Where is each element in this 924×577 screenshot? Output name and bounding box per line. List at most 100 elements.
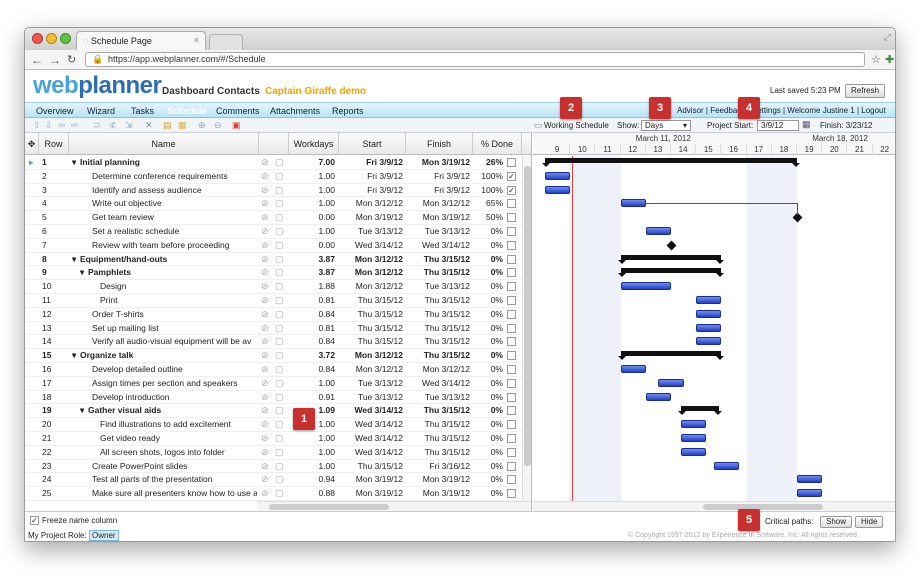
finish-value[interactable]: Mon 3/19/12 bbox=[408, 211, 470, 224]
select-all-icon[interactable]: ✥ bbox=[25, 133, 39, 155]
scroll-thumb[interactable] bbox=[703, 504, 823, 510]
reload-icon[interactable]: ↻ bbox=[67, 53, 76, 67]
workdays-value[interactable]: 0.84 bbox=[291, 363, 335, 376]
table-row[interactable]: 10 Design ⊘ ▢ 1.88 Mon 3/12/12 Tue 3/13/12 0% bbox=[25, 280, 531, 294]
bookmark-star-icon[interactable]: ☆ bbox=[871, 53, 881, 67]
table-row[interactable]: 2 Determine conference requirements ⊘ ▢ 1.00… bbox=[25, 170, 531, 184]
attachment-icon[interactable]: ⊘ bbox=[261, 461, 269, 472]
workdays-value[interactable]: 0.81 bbox=[291, 294, 335, 307]
done-checkbox[interactable] bbox=[507, 406, 516, 416]
start-value[interactable]: Fri 3/9/12 bbox=[341, 184, 403, 197]
done-checkbox[interactable] bbox=[507, 199, 516, 209]
start-value[interactable]: Wed 3/14/12 bbox=[341, 404, 403, 417]
finish-value[interactable]: Tue 3/13/12 bbox=[408, 391, 470, 404]
task-bar[interactable] bbox=[696, 337, 722, 346]
unlink-tasks-icon[interactable]: ⊄ bbox=[109, 120, 117, 130]
task-bar[interactable] bbox=[620, 365, 646, 373]
task-bar[interactable] bbox=[545, 171, 571, 180]
close-tab-icon[interactable]: × bbox=[194, 35, 199, 45]
milestone-marker[interactable] bbox=[666, 240, 677, 251]
link-tasks-icon[interactable]: ⊃ bbox=[93, 120, 101, 130]
nav-contacts[interactable]: Contacts bbox=[217, 86, 260, 97]
percent-done-value[interactable]: 0% bbox=[475, 225, 503, 238]
finish-value[interactable]: Thu 3/15/12 bbox=[408, 432, 470, 445]
collapse-arrow-icon[interactable]: ▾ bbox=[80, 404, 84, 417]
workdays-value[interactable]: 0.84 bbox=[291, 335, 335, 348]
finish-value[interactable]: Thu 3/15/12 bbox=[408, 404, 470, 417]
workdays-value[interactable]: 1.00 bbox=[291, 225, 335, 238]
fullscreen-icon[interactable]: ⤢ bbox=[884, 32, 891, 43]
menu-attachments[interactable]: Attachments bbox=[270, 106, 320, 116]
finish-value[interactable]: Fri 3/9/12 bbox=[408, 170, 470, 183]
table-row[interactable]: 16 Develop detailed outline ⊘ ▢ 0.84 Mon 3/12… bbox=[25, 363, 531, 377]
role-value[interactable]: Owner bbox=[89, 530, 119, 541]
nav-dashboard[interactable]: Dashboard bbox=[162, 86, 214, 97]
task-name[interactable]: Assign times per section and speakers bbox=[92, 377, 257, 390]
attachment-icon[interactable]: ⊘ bbox=[261, 447, 269, 458]
attachment-icon[interactable]: ⊘ bbox=[261, 433, 269, 444]
summary-bar[interactable] bbox=[542, 158, 800, 167]
comment-icon[interactable]: ▢ bbox=[275, 461, 284, 472]
summary-bar[interactable] bbox=[617, 268, 725, 278]
workdays-value[interactable]: 0.81 bbox=[291, 322, 335, 335]
done-checkbox[interactable] bbox=[507, 282, 516, 292]
workdays-value[interactable]: 1.00 bbox=[291, 460, 335, 473]
done-checkbox[interactable]: ✓ bbox=[507, 185, 516, 195]
task-bar[interactable] bbox=[713, 461, 740, 470]
task-name[interactable]: All screen shots, logos into folder bbox=[100, 446, 257, 459]
done-checkbox[interactable] bbox=[507, 323, 516, 333]
percent-done-value[interactable]: 0% bbox=[475, 391, 503, 404]
percent-done-value[interactable]: 0% bbox=[475, 266, 503, 279]
percent-done-value[interactable]: 0% bbox=[475, 349, 503, 362]
done-checkbox[interactable] bbox=[507, 158, 516, 167]
comment-icon[interactable]: ▢ bbox=[275, 378, 284, 389]
done-checkbox[interactable] bbox=[507, 475, 516, 485]
move-down-icon[interactable]: ⇩ bbox=[45, 120, 53, 130]
task-name[interactable]: Initial planning bbox=[80, 156, 257, 169]
workdays-value[interactable]: 1.00 bbox=[291, 446, 335, 459]
workdays-value[interactable]: 3.87 bbox=[291, 253, 335, 266]
finish-value[interactable]: Wed 3/14/12 bbox=[408, 377, 470, 390]
finish-value[interactable]: Thu 3/15/12 bbox=[408, 294, 470, 307]
percent-done-value[interactable]: 0% bbox=[475, 322, 503, 335]
comment-icon[interactable]: ▢ bbox=[275, 419, 284, 430]
task-bar[interactable] bbox=[620, 199, 646, 208]
done-checkbox[interactable] bbox=[507, 461, 516, 471]
attachment-icon[interactable]: ⊘ bbox=[261, 295, 269, 306]
attachment-icon[interactable]: ⊘ bbox=[261, 364, 269, 375]
done-checkbox[interactable] bbox=[507, 309, 516, 319]
col-start[interactable]: Start bbox=[339, 133, 406, 155]
finish-value[interactable]: Thu 3/15/12 bbox=[408, 446, 470, 459]
done-checkbox[interactable] bbox=[507, 254, 516, 264]
collapse-arrow-icon[interactable]: ▾ bbox=[72, 253, 76, 266]
start-value[interactable]: Wed 3/14/12 bbox=[341, 432, 403, 445]
col-done[interactable]: % Done bbox=[473, 133, 522, 155]
attachment-icon[interactable]: ⊘ bbox=[261, 281, 269, 292]
finish-value[interactable]: Thu 3/15/12 bbox=[408, 349, 470, 362]
percent-done-value[interactable]: 0% bbox=[475, 253, 503, 266]
task-bar[interactable] bbox=[696, 309, 722, 318]
comment-icon[interactable]: ▢ bbox=[275, 447, 284, 458]
table-row[interactable]: 11 Print ⊘ ▢ 0.81 Thu 3/15/12 Thu 3/15/12 0% bbox=[25, 294, 531, 308]
start-value[interactable]: Thu 3/15/12 bbox=[341, 308, 403, 321]
percent-done-value[interactable]: 0% bbox=[475, 294, 503, 307]
workdays-value[interactable]: 3.87 bbox=[291, 266, 335, 279]
attachment-icon[interactable]: ⊘ bbox=[261, 323, 269, 334]
task-name[interactable]: Write out objective bbox=[92, 197, 257, 210]
table-row[interactable]: 4 Write out objective ⊘ ▢ 1.00 Mon 3/12/12 Mon… bbox=[25, 197, 531, 212]
task-bar[interactable] bbox=[696, 323, 722, 332]
task-name[interactable]: Make sure all presenters know how to use… bbox=[92, 487, 257, 500]
attachment-icon[interactable]: ⊘ bbox=[261, 419, 269, 430]
attachment-icon[interactable]: ⊘ bbox=[261, 336, 269, 347]
task-bar[interactable] bbox=[620, 282, 671, 291]
zoom-out-icon[interactable]: ⊖ bbox=[214, 120, 222, 130]
table-row[interactable]: 20 Find illustrations to add excitement ⊘ ▢… bbox=[25, 418, 531, 432]
calendar-icon[interactable]: ▦ bbox=[802, 119, 811, 130]
freeze-checkbox[interactable]: ✓ bbox=[30, 516, 39, 525]
zoom-window-icon[interactable] bbox=[60, 33, 71, 44]
menu-schedule[interactable]: Schedule bbox=[167, 106, 207, 116]
task-name[interactable]: Equipment/hand-outs bbox=[80, 253, 257, 266]
start-value[interactable]: Mon 3/12/12 bbox=[341, 280, 403, 293]
grid-vertical-scrollbar[interactable] bbox=[522, 156, 531, 501]
percent-done-value[interactable]: 0% bbox=[475, 487, 503, 500]
